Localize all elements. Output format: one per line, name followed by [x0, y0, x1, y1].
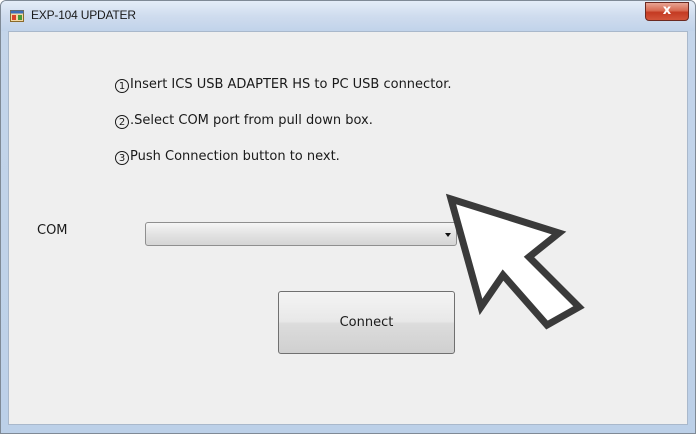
title-bar[interactable]: EXP-104 UPDATER x [1, 1, 695, 31]
instruction-text: Insert ICS USB ADAPTER HS to PC USB conn… [130, 77, 452, 92]
pointer-cursor-icon [445, 193, 585, 330]
com-port-dropdown[interactable] [145, 222, 457, 246]
instruction-1: 1 Insert ICS USB ADAPTER HS to PC USB con… [115, 77, 452, 93]
instruction-3: 3 Push Connection button to next. [115, 149, 340, 165]
window-title: EXP-104 UPDATER [31, 8, 136, 22]
instruction-text: .Select COM port from pull down box. [130, 113, 373, 128]
instruction-number: 1 [115, 79, 129, 93]
instruction-number: 2 [115, 115, 129, 129]
app-window: EXP-104 UPDATER x 1 Insert ICS USB ADAPTE… [0, 0, 696, 434]
instruction-text: Push Connection button to next. [130, 149, 340, 164]
close-icon: x [662, 3, 672, 18]
close-button[interactable]: x [645, 2, 689, 21]
com-label: COM [37, 223, 68, 238]
app-window-icon [10, 10, 24, 22]
instruction-2: 2 .Select COM port from pull down box. [115, 113, 373, 129]
instruction-number: 3 [115, 151, 129, 165]
connect-button[interactable]: Connect [278, 291, 455, 354]
